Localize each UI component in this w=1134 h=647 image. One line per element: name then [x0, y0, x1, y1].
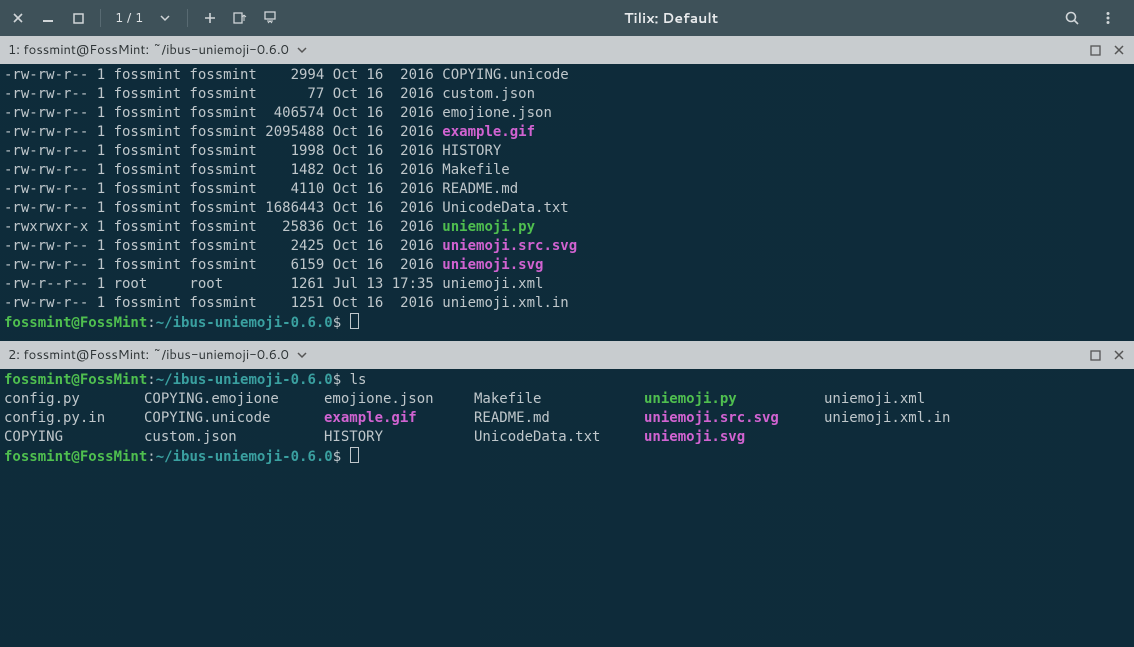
ls-entry: custom.json: [144, 428, 324, 447]
ls-entry: COPYING.unicode: [144, 409, 324, 428]
chevron-down-icon[interactable]: [295, 348, 309, 362]
ls-columns: config.pyCOPYING.emojioneemojione.jsonMa…: [4, 390, 1130, 447]
maximize-icon[interactable]: [70, 10, 86, 26]
titlebar-separator: [100, 9, 101, 27]
terminal-1[interactable]: -rw-rw-r-- 1 fossmint fossmint 2994 Oct …: [0, 64, 1134, 341]
titlebar-right: [1064, 10, 1134, 26]
prompt-line: fossmint@FossMint:~/ibus-uniemoji-0.6.0$: [4, 313, 1130, 333]
ls-entry: uniemoji.xml.in: [824, 409, 994, 428]
ls-entry: [824, 428, 994, 447]
titlebar-left: 1 / 1: [0, 9, 278, 27]
prompt-line: fossmint@FossMint:~/ibus-uniemoji-0.6.0$: [4, 447, 1130, 467]
close-icon[interactable]: [10, 10, 26, 26]
split-down-icon[interactable]: [262, 10, 278, 26]
window-title: Tilix: Default: [278, 8, 1064, 28]
ls-long-row: -rw-rw-r-- 1 fossmint fossmint 1998 Oct …: [4, 142, 1130, 161]
pane-title-1: 1: fossmint@FossMint: ~/ibus-uniemoji-0.…: [8, 41, 289, 59]
titlebar: 1 / 1 Tilix: Default: [0, 0, 1134, 36]
ls-long-row: -rwxrwxr-x 1 fossmint fossmint 25836 Oct…: [4, 218, 1130, 237]
close-pane-icon[interactable]: [1112, 348, 1126, 362]
prompt-line: fossmint@FossMint:~/ibus-uniemoji-0.6.0$…: [4, 371, 1130, 390]
titlebar-separator: [187, 9, 188, 27]
ls-entry: uniemoji.src.svg: [644, 409, 824, 428]
maximize-pane-icon[interactable]: [1088, 43, 1102, 57]
cursor: [350, 447, 359, 463]
add-session-icon[interactable]: [202, 10, 218, 26]
chevron-down-icon[interactable]: [295, 43, 309, 57]
ls-long-row: -rw-rw-r-- 1 fossmint fossmint 2095488 O…: [4, 123, 1130, 142]
pane-header-2: 2: fossmint@FossMint: ~/ibus-uniemoji-0.…: [0, 341, 1134, 369]
ls-row: config.pyCOPYING.emojioneemojione.jsonMa…: [4, 390, 1130, 409]
cursor: [350, 313, 359, 329]
ls-entry: config.py: [4, 390, 144, 409]
ls-long-row: -rw-rw-r-- 1 fossmint fossmint 2994 Oct …: [4, 66, 1130, 85]
ls-entry: COPYING: [4, 428, 144, 447]
ls-entry: example.gif: [324, 409, 474, 428]
pane-header-1: 1: fossmint@FossMint: ~/ibus-uniemoji-0.…: [0, 36, 1134, 64]
ls-entry: config.py.in: [4, 409, 144, 428]
ls-entry: uniemoji.xml: [824, 390, 994, 409]
session-counter: 1 / 1: [115, 9, 143, 27]
ls-long-row: -rw-rw-r-- 1 fossmint fossmint 77 Oct 16…: [4, 85, 1130, 104]
ls-entry: COPYING.emojione: [144, 390, 324, 409]
ls-row: COPYINGcustom.jsonHISTORYUnicodeData.txt…: [4, 428, 1130, 447]
ls-long-row: -rw-rw-r-- 1 fossmint fossmint 1482 Oct …: [4, 161, 1130, 180]
terminal-2[interactable]: fossmint@FossMint:~/ibus-uniemoji-0.6.0$…: [0, 369, 1134, 647]
ls-entry: UnicodeData.txt: [474, 428, 644, 447]
chevron-down-icon[interactable]: [157, 10, 173, 26]
ls-long-row: -rw-r--r-- 1 root root 1261 Jul 13 17:35…: [4, 275, 1130, 294]
close-pane-icon[interactable]: [1112, 43, 1126, 57]
ls-long-row: -rw-rw-r-- 1 fossmint fossmint 4110 Oct …: [4, 180, 1130, 199]
split-right-icon[interactable]: [232, 10, 248, 26]
ls-entry: HISTORY: [324, 428, 474, 447]
ls-entry: emojione.json: [324, 390, 474, 409]
ls-entry: README.md: [474, 409, 644, 428]
minimize-icon[interactable]: [40, 10, 56, 26]
ls-entry: Makefile: [474, 390, 644, 409]
ls-long-row: -rw-rw-r-- 1 fossmint fossmint 1251 Oct …: [4, 294, 1130, 313]
maximize-pane-icon[interactable]: [1088, 348, 1102, 362]
ls-entry: uniemoji.py: [644, 390, 824, 409]
menu-icon[interactable]: [1100, 10, 1116, 26]
ls-entry: uniemoji.svg: [644, 428, 824, 447]
ls-long-row: -rw-rw-r-- 1 fossmint fossmint 6159 Oct …: [4, 256, 1130, 275]
ls-long-row: -rw-rw-r-- 1 fossmint fossmint 1686443 O…: [4, 199, 1130, 218]
ls-long-row: -rw-rw-r-- 1 fossmint fossmint 2425 Oct …: [4, 237, 1130, 256]
ls-long-row: -rw-rw-r-- 1 fossmint fossmint 406574 Oc…: [4, 104, 1130, 123]
ls-row: config.py.inCOPYING.unicodeexample.gifRE…: [4, 409, 1130, 428]
pane-title-2: 2: fossmint@FossMint: ~/ibus-uniemoji-0.…: [8, 346, 289, 364]
search-icon[interactable]: [1064, 10, 1080, 26]
